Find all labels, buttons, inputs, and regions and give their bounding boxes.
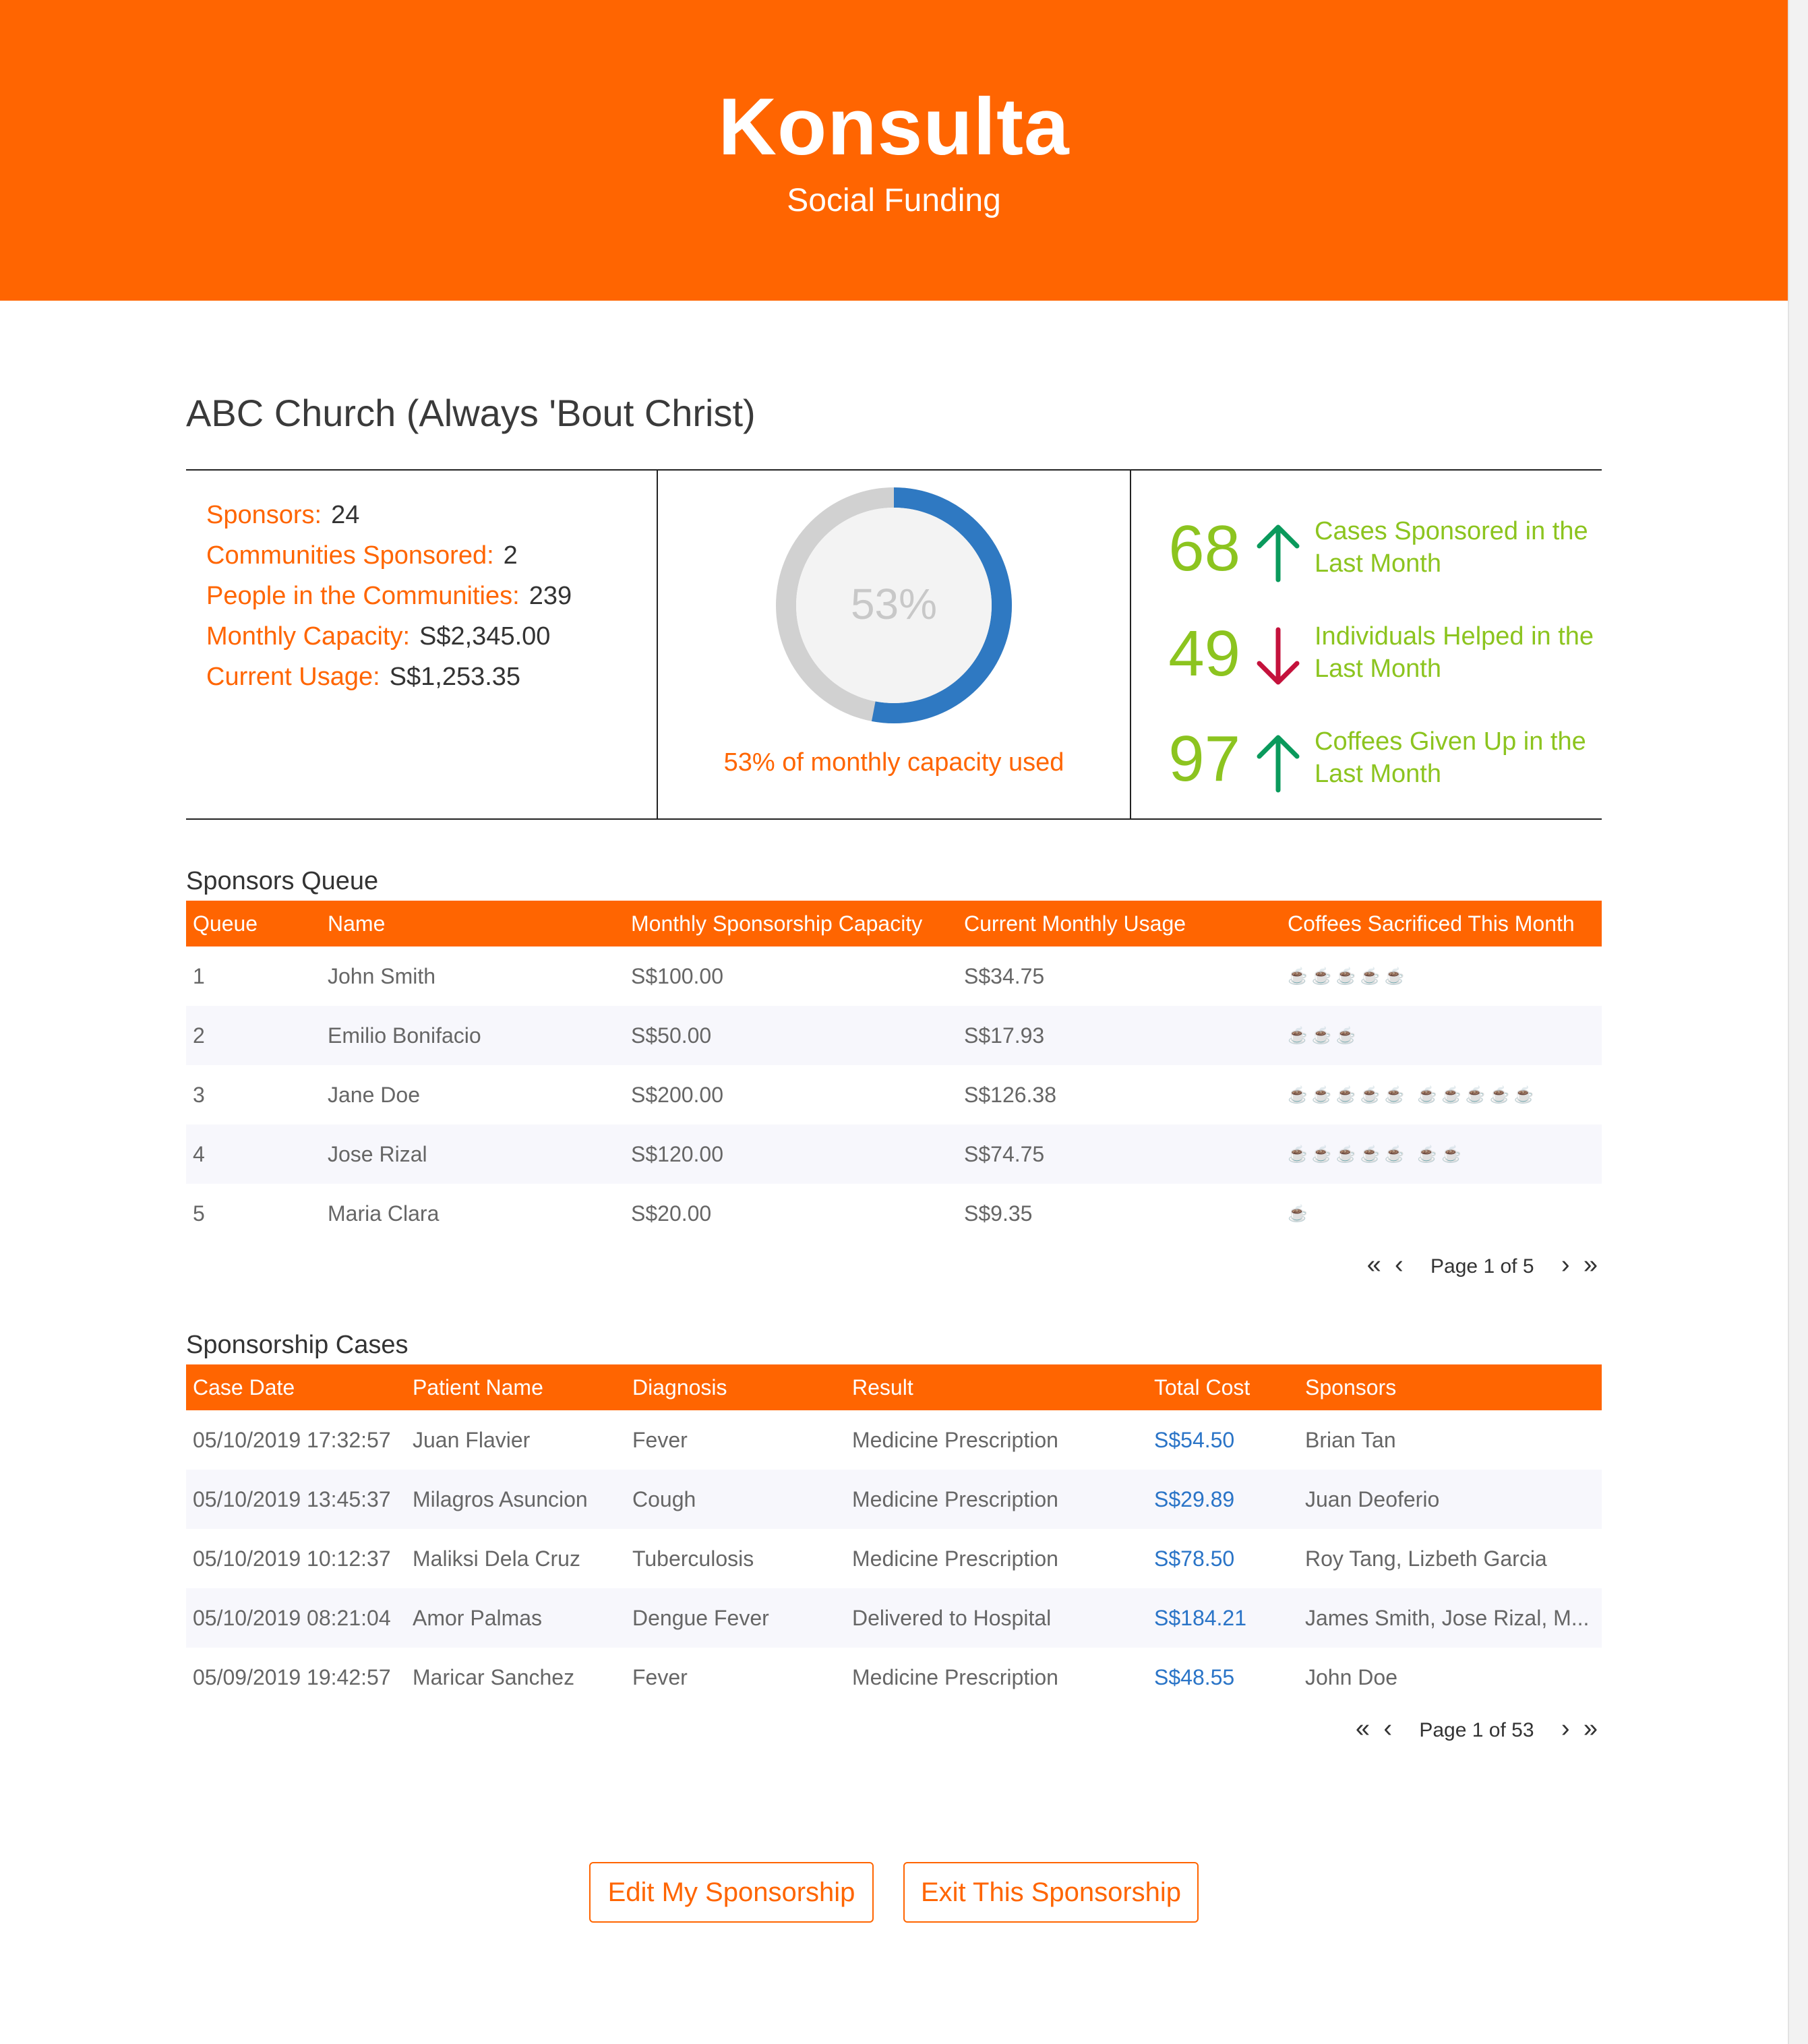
panel-divider: [1130, 471, 1131, 818]
coffee-cup-icon: ☕☕☕☕☕: [1288, 967, 1409, 986]
table-row[interactable]: 05/10/2019 10:12:37 Maliksi Dela Cruz Tu…: [186, 1529, 1602, 1588]
table-row[interactable]: 05/10/2019 17:32:57 Juan Flavier Fever M…: [186, 1410, 1602, 1470]
donut-percent-text: 53%: [851, 580, 937, 628]
column-header[interactable]: Name: [321, 901, 624, 946]
prev-page-button[interactable]: ‹: [1383, 1714, 1392, 1743]
last-page-button[interactable]: »: [1584, 1714, 1598, 1743]
scrollbar-track[interactable]: [1788, 0, 1808, 2044]
trend-coffees: 97 Coffees Given Up in the Last Month: [1168, 723, 1586, 795]
column-header[interactable]: Coffees Sacrificed This Month: [1281, 901, 1602, 946]
total-cost-link[interactable]: S$48.55: [1147, 1648, 1298, 1707]
capacity-caption: 53% of monthly capacity used: [723, 748, 1064, 777]
summary-communities: Communities Sponsored: 2: [206, 541, 518, 570]
column-header[interactable]: Monthly Sponsorship Capacity: [624, 901, 957, 946]
table-row[interactable]: 05/10/2019 13:45:37 Milagros Asuncion Co…: [186, 1470, 1602, 1529]
stats-panel: Sponsors: 24 Communities Sponsored: 2 Peop…: [186, 469, 1602, 820]
coffee-cup-icon: ☕☕☕☕☕ ☕☕☕☕☕: [1288, 1085, 1538, 1104]
table-row[interactable]: 1 John Smith S$100.00 S$34.75 ☕☕☕☕☕: [186, 946, 1602, 1006]
table-row[interactable]: 2 Emilio Bonifacio S$50.00 S$17.93 ☕☕☕: [186, 1006, 1602, 1065]
last-page-button[interactable]: »: [1584, 1250, 1598, 1280]
column-header[interactable]: Result: [845, 1364, 1147, 1410]
table-row[interactable]: 05/09/2019 19:42:57 Maricar Sanchez Feve…: [186, 1648, 1602, 1707]
next-page-button[interactable]: ›: [1561, 1714, 1570, 1743]
page-indicator: Page 1 of 53: [1419, 1719, 1534, 1741]
total-cost-link[interactable]: S$54.50: [1147, 1410, 1298, 1470]
first-page-button[interactable]: «: [1367, 1250, 1381, 1280]
sponsorship-cases-title: Sponsorship Cases: [186, 1331, 409, 1359]
column-header[interactable]: Queue: [186, 901, 321, 946]
summary-current-usage: Current Usage: S$1,253.35: [206, 663, 521, 691]
capacity-donut: 53%: [773, 484, 1015, 727]
page-indicator: Page 1 of 5: [1430, 1255, 1534, 1278]
arrow-up-icon: [1257, 524, 1300, 582]
app-title: Konsulta: [718, 82, 1070, 172]
column-header[interactable]: Total Cost: [1147, 1364, 1298, 1410]
table-row[interactable]: 3 Jane Doe S$200.00 S$126.38 ☕☕☕☕☕ ☕☕☕☕☕: [186, 1065, 1602, 1124]
sponsors-queue-table: Queue Name Monthly Sponsorship Capacity …: [186, 901, 1602, 1243]
summary-sponsors: Sponsors: 24: [206, 501, 360, 529]
table-row[interactable]: 5 Maria Clara S$20.00 S$9.35 ☕: [186, 1184, 1602, 1243]
column-header[interactable]: Patient Name: [406, 1364, 626, 1410]
coffee-cup-icon: ☕☕☕☕☕ ☕☕: [1288, 1145, 1466, 1164]
first-page-button[interactable]: «: [1356, 1714, 1370, 1743]
table-row[interactable]: 05/10/2019 08:21:04 Amor Palmas Dengue F…: [186, 1588, 1602, 1648]
total-cost-link[interactable]: S$184.21: [1147, 1588, 1298, 1648]
column-header[interactable]: Current Monthly Usage: [957, 901, 1281, 946]
edit-sponsorship-button[interactable]: Edit My Sponsorship: [589, 1862, 874, 1923]
summary-people: People in the Communities: 239: [206, 582, 572, 610]
app-header: Konsulta Social Funding: [0, 0, 1788, 301]
app-subtitle: Social Funding: [787, 183, 1001, 218]
sponsorship-cases-table: Case Date Patient Name Diagnosis Result …: [186, 1364, 1602, 1707]
arrow-down-icon: [1257, 627, 1300, 685]
next-page-button[interactable]: ›: [1561, 1250, 1570, 1280]
total-cost-link[interactable]: S$78.50: [1147, 1529, 1298, 1588]
table-header-row: Queue Name Monthly Sponsorship Capacity …: [186, 901, 1602, 946]
trend-cases: 68 Cases Sponsored in the Last Month: [1168, 512, 1588, 584]
summary-list: Sponsors: 24 Communities Sponsored: 2 Peop…: [206, 495, 572, 697]
table-row[interactable]: 4 Jose Rizal S$120.00 S$74.75 ☕☕☕☕☕ ☕☕: [186, 1124, 1602, 1184]
coffee-cup-icon: ☕☕☕: [1288, 1026, 1360, 1045]
coffee-cup-icon: ☕: [1288, 1204, 1312, 1223]
organization-name: ABC Church (Always 'Bout Christ): [186, 392, 756, 434]
sponsorship-cases-pager: « ‹ Page 1 of 53 › »: [1352, 1714, 1602, 1743]
arrow-up-icon: [1257, 735, 1300, 793]
column-header[interactable]: Case Date: [186, 1364, 406, 1410]
total-cost-link[interactable]: S$29.89: [1147, 1470, 1298, 1529]
table-header-row: Case Date Patient Name Diagnosis Result …: [186, 1364, 1602, 1410]
sponsors-queue-title: Sponsors Queue: [186, 867, 379, 895]
summary-monthly-capacity: Monthly Capacity: S$2,345.00: [206, 622, 551, 651]
column-header[interactable]: Diagnosis: [626, 1364, 845, 1410]
column-header[interactable]: Sponsors: [1298, 1364, 1602, 1410]
exit-sponsorship-button[interactable]: Exit This Sponsorship: [903, 1862, 1199, 1923]
prev-page-button[interactable]: ‹: [1395, 1250, 1404, 1280]
trend-individuals: 49 Individuals Helped in the Last Month: [1168, 618, 1594, 690]
sponsors-queue-pager: « ‹ Page 1 of 5 › »: [1363, 1250, 1602, 1280]
